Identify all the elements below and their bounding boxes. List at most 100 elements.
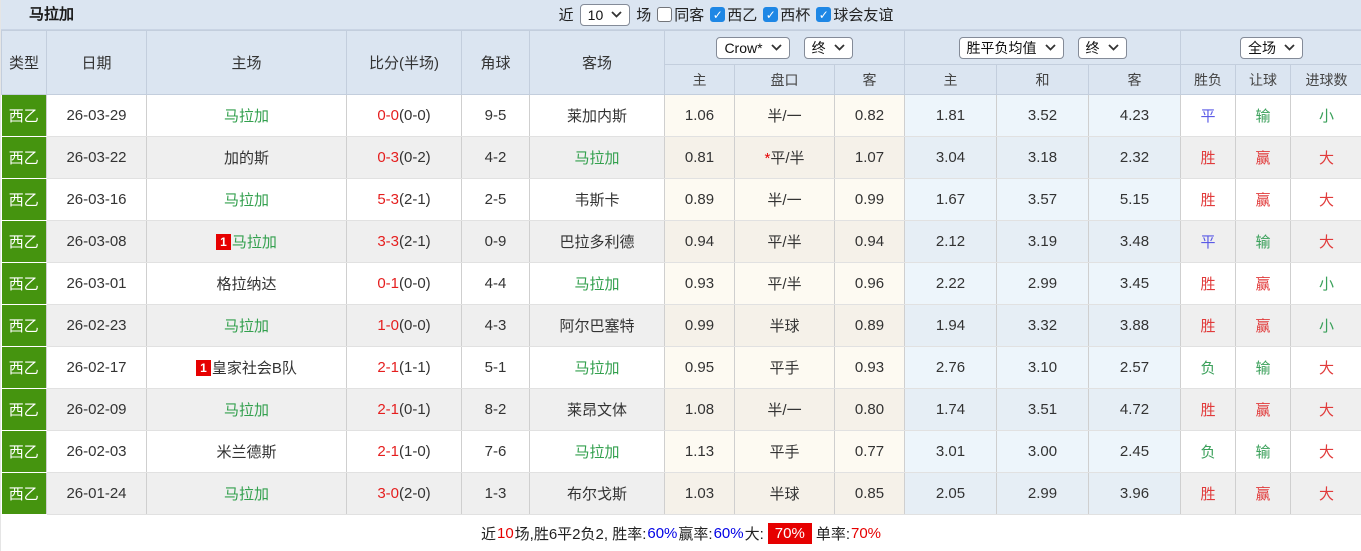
score-cell: 1-0(0-0): [346, 304, 462, 347]
home-team-name: 马拉加: [223, 108, 269, 125]
handicap-cell: *平/半: [734, 136, 835, 179]
away-team-cell: 马拉加: [529, 346, 665, 389]
big-rate-badge: 70%: [767, 523, 812, 544]
table-row: 西乙 26-02-17 1 皇家社会B队 2-1(1-1) 5-1 马拉加 0.9…: [1, 346, 1361, 389]
result-goals-cell: 大: [1290, 388, 1361, 431]
odds-home-cell: 0.94: [664, 220, 735, 263]
odds-company-select[interactable]: Crow*: [716, 36, 790, 59]
odds-away-cell: 0.80: [834, 388, 906, 431]
handicap-cell: 平手: [734, 346, 835, 389]
match-date: 26-02-09: [46, 388, 147, 431]
league-badge: 西乙: [1, 430, 47, 473]
result-wdl-cell: 平: [1180, 94, 1237, 137]
chevron-down-icon: [611, 11, 622, 18]
odds-home-cell: 0.99: [664, 304, 735, 347]
league-badge: 西乙: [1, 472, 47, 515]
home-team-cell: 马拉加: [146, 304, 347, 347]
handicap-rate-label: 赢率:: [678, 526, 713, 543]
halftime-score: (0-0): [399, 107, 431, 124]
col-header-date: 日期: [46, 30, 147, 95]
home-team-cell: 米兰德斯: [146, 430, 347, 473]
mean-away-cell: 3.96: [1088, 472, 1182, 515]
subcol-mean-draw: 和: [996, 64, 1090, 95]
topbar: 马拉加 近 10 场 同客 ✓ 西乙 ✓ 西杯 ✓ 球会友谊: [1, 0, 1361, 30]
big-rate-label: 大:: [744, 526, 764, 543]
chevron-down-icon: [1284, 44, 1295, 51]
mean-away-cell: 2.57: [1088, 346, 1182, 389]
filter-same-away: 同客: [657, 4, 704, 25]
handicap-value: 半/一: [767, 108, 802, 125]
away-team-cell: 马拉加: [529, 262, 665, 305]
fulltime-score: 0-1: [377, 275, 399, 292]
halftime-score: (0-0): [399, 275, 431, 292]
result-handicap-cell: 输: [1235, 346, 1292, 389]
away-team-cell: 马拉加: [529, 430, 665, 473]
handicap-value: 半球: [769, 486, 800, 503]
away-team-name: 巴拉多利德: [559, 234, 635, 251]
mean-home-cell: 2.22: [904, 262, 998, 305]
fulltime-score: 0-0: [377, 107, 399, 124]
fulltime-score: 2-1: [377, 401, 399, 418]
red-card-badge: 1: [216, 234, 231, 250]
chevron-down-icon: [1044, 44, 1056, 51]
friendly-checkbox[interactable]: ✓: [816, 7, 832, 22]
result-wdl-cell: 胜: [1180, 178, 1237, 221]
mean-away-cell: 2.32: [1088, 136, 1182, 179]
filter-cup: ✓ 西杯: [763, 4, 810, 25]
odds-away-cell: 0.82: [834, 94, 906, 137]
filter-bar: 近 10 场 同客 ✓ 西乙 ✓ 西杯 ✓ 球会友谊: [559, 3, 893, 26]
corners-cell: 4-3: [461, 304, 530, 347]
home-team-cell: 马拉加: [146, 94, 347, 137]
red-card-badge: 1: [196, 360, 211, 376]
same-away-checkbox[interactable]: [657, 7, 673, 22]
col-header-type: 类型: [1, 30, 47, 95]
odds-away-cell: 0.99: [834, 178, 906, 221]
subcol-odds-away: 客: [833, 64, 906, 95]
away-team-name: 布尔戈斯: [566, 486, 627, 503]
mean-odds-select[interactable]: 胜平负均值: [958, 36, 1064, 59]
score-cell: 2-1(1-1): [346, 346, 462, 389]
score-cell: 0-3(0-2): [346, 136, 462, 179]
mean-time-select[interactable]: 终: [1077, 36, 1127, 59]
home-team-name: 马拉加: [223, 318, 269, 335]
corners-cell: 1-3: [461, 472, 530, 515]
odds-home-cell: 1.13: [664, 430, 735, 473]
handicap-value: 平手: [769, 360, 800, 377]
corners-cell: 7-6: [461, 430, 530, 473]
odds-away-cell: 0.93: [834, 346, 906, 389]
odds-away-cell: 1.07: [834, 136, 906, 179]
recent-count-select[interactable]: 10: [579, 3, 631, 26]
handicap-value: 平/半: [770, 150, 805, 167]
home-team-name: 马拉加: [223, 486, 269, 503]
odds-time-select[interactable]: 终: [803, 36, 853, 59]
result-wdl-cell: 负: [1180, 430, 1237, 473]
away-team-cell: 布尔戈斯: [529, 472, 665, 515]
league-badge: 西乙: [1, 136, 47, 179]
league-checkbox[interactable]: ✓: [710, 7, 726, 22]
scope-select[interactable]: 全场: [1240, 36, 1304, 59]
odds-home-cell: 1.03: [664, 472, 735, 515]
subcol-mean-home: 主: [904, 64, 998, 95]
col-header-away: 客场: [529, 30, 665, 95]
recent-count-value: 10: [587, 6, 604, 23]
away-team-name: 马拉加: [574, 150, 620, 167]
league-badge: 西乙: [1, 262, 47, 305]
match-date: 26-02-23: [46, 304, 147, 347]
home-team-name: 马拉加: [231, 234, 277, 251]
handicap-value: 半/一: [767, 402, 802, 419]
cup-checkbox[interactable]: ✓: [763, 7, 779, 22]
away-team-cell: 巴拉多利德: [529, 220, 665, 263]
odds-time-value: 终: [811, 39, 826, 56]
corners-cell: 2-5: [461, 178, 530, 221]
col-header-corners: 角球: [461, 30, 530, 95]
odds-home-cell: 1.06: [664, 94, 735, 137]
result-goals-cell: 大: [1290, 430, 1361, 473]
result-handicap-cell: 输: [1235, 430, 1292, 473]
summary-bar: 近 10 场,胜6平2负2, 胜率: 60% 赢率: 60% 大: 70% 单率: 70%: [1, 515, 1361, 551]
score-cell: 5-3(2-1): [346, 178, 462, 221]
odds-company-value: Crow*: [724, 39, 763, 56]
table-row: 西乙 26-03-29 马拉加 0-0(0-0) 9-5 莱加内斯 1.06 半…: [1, 94, 1361, 137]
mean-draw-cell: 3.52: [996, 94, 1090, 137]
halftime-score: (0-0): [399, 317, 431, 334]
odds-away-cell: 0.96: [834, 262, 906, 305]
